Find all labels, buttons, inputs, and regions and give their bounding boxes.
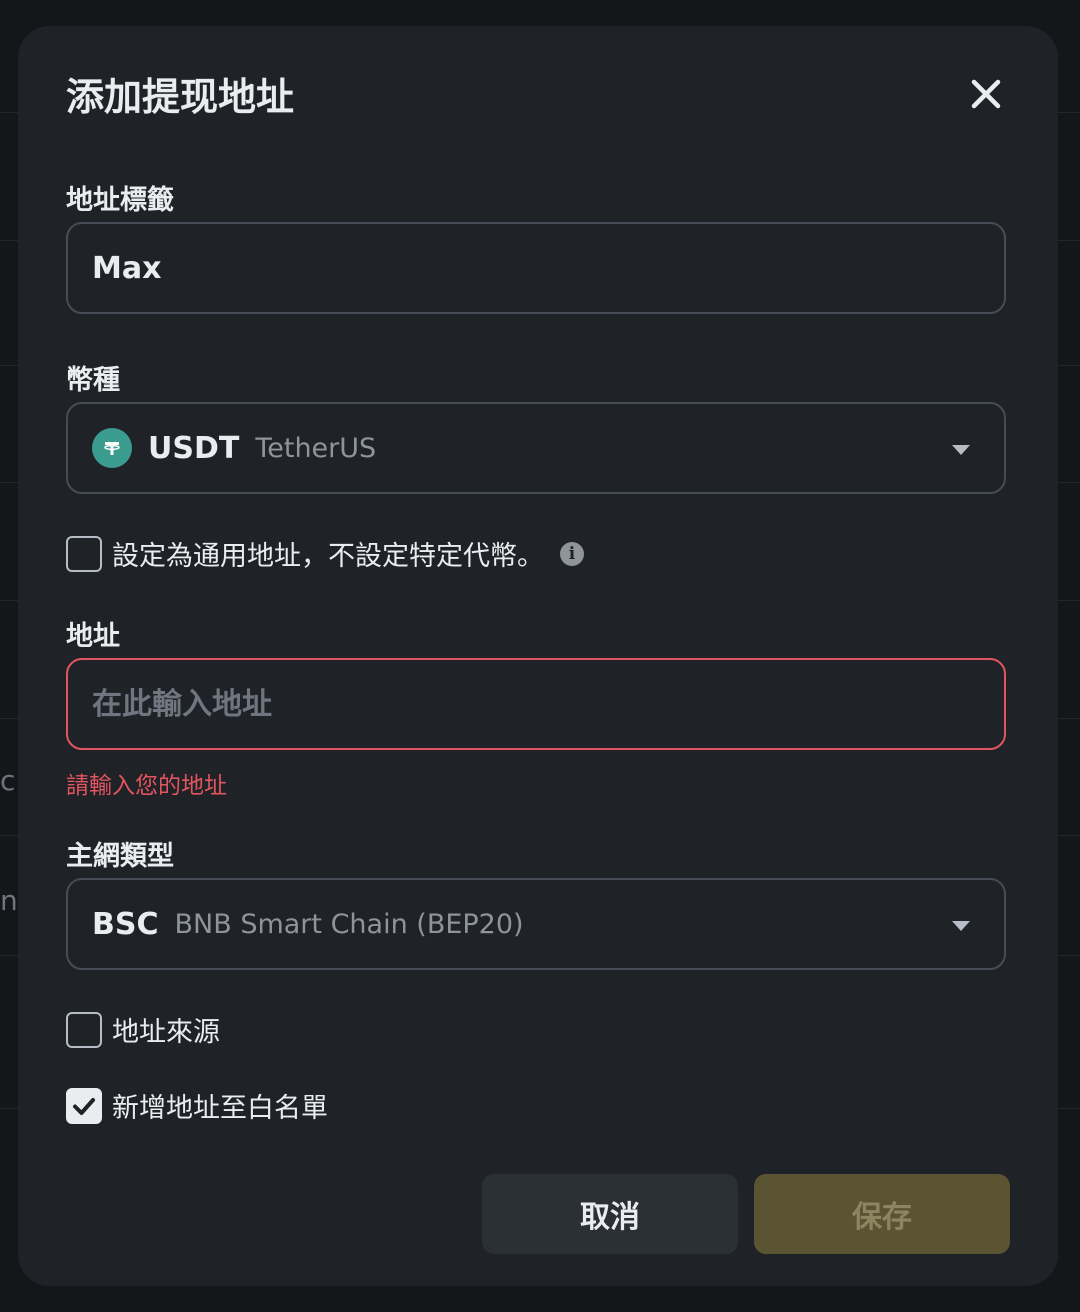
coin-name: TetherUS xyxy=(255,432,377,464)
address-input[interactable] xyxy=(68,660,1004,748)
cancel-button[interactable]: 取消 xyxy=(482,1174,738,1254)
close-button[interactable] xyxy=(962,70,1010,118)
network-name: BNB Smart Chain (BEP20) xyxy=(174,908,524,940)
universal-address-label: 設定為通用地址，不設定特定代幣。 xyxy=(112,541,544,572)
network-title: 主網類型 xyxy=(66,841,174,872)
checkmark-icon xyxy=(73,1097,95,1115)
address-source-label: 地址來源 xyxy=(112,1017,220,1048)
universal-address-checkbox[interactable] xyxy=(66,535,102,572)
address-source-checkbox[interactable] xyxy=(66,1011,102,1048)
address-source-option[interactable]: 地址來源 xyxy=(66,1010,220,1049)
network-select[interactable]: BSC BNB Smart Chain (BEP20) xyxy=(66,878,1006,970)
coin-symbol: USDT xyxy=(148,430,240,466)
add-withdrawal-address-dialog: 添加提现地址 地址標籤 幣種 USDT TetherUS 設定為通用地址，不設定… xyxy=(18,26,1058,1286)
chevron-down-icon xyxy=(952,445,970,455)
usdt-logo-icon xyxy=(92,428,132,468)
whitelist-option[interactable]: 新增地址至白名單 xyxy=(66,1086,328,1125)
address-label-title: 地址標籤 xyxy=(66,185,174,216)
chevron-down-icon xyxy=(952,921,970,931)
coin-title: 幣種 xyxy=(66,365,120,396)
address-error-message: 請輸入您的地址 xyxy=(66,773,227,799)
address-title: 地址 xyxy=(66,621,120,652)
background-text-fragment: c xyxy=(0,764,16,797)
network-code: BSC xyxy=(92,906,159,942)
coin-select[interactable]: USDT TetherUS xyxy=(66,402,1006,494)
dialog-title: 添加提现地址 xyxy=(66,75,295,119)
whitelist-checkbox[interactable] xyxy=(66,1087,102,1124)
address-label-field[interactable] xyxy=(66,222,1006,314)
whitelist-label: 新增地址至白名單 xyxy=(112,1093,328,1124)
address-field[interactable] xyxy=(66,658,1006,750)
info-icon[interactable]: i xyxy=(560,541,584,566)
save-button[interactable]: 保存 xyxy=(754,1174,1010,1254)
universal-address-option[interactable]: 設定為通用地址，不設定特定代幣。 i xyxy=(66,534,584,573)
close-icon xyxy=(971,79,1001,109)
address-label-input[interactable] xyxy=(68,224,1004,312)
